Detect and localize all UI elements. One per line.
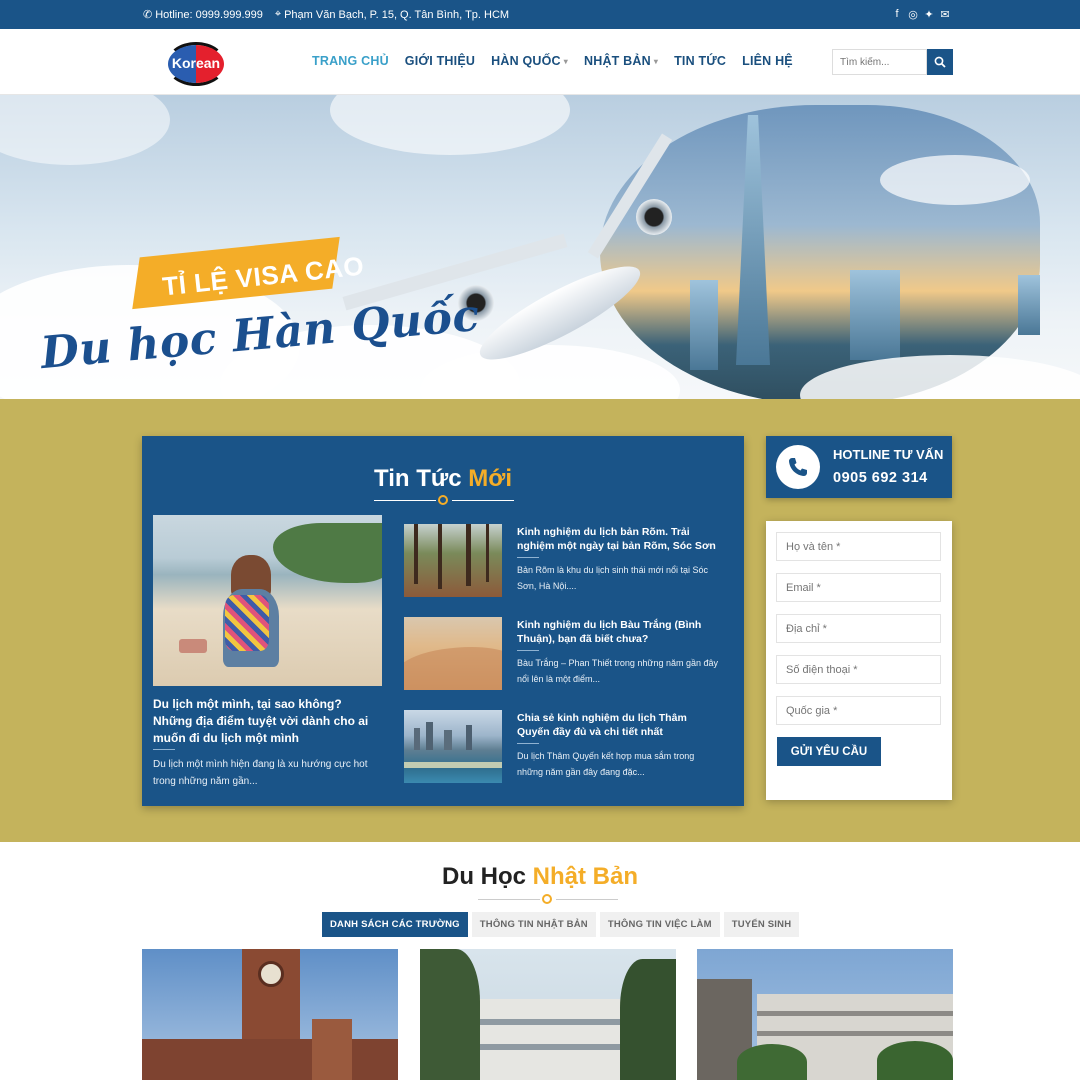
search-button[interactable] (927, 49, 953, 75)
nav-item-about[interactable]: GIỚI THIỆU (405, 54, 475, 68)
tab-admissions[interactable]: TUYỂN SINH (723, 912, 800, 937)
chevron-down-icon: ▾ (563, 56, 568, 66)
divider (153, 749, 175, 750)
instagram-icon[interactable]: ◎ (908, 8, 918, 21)
search-input[interactable] (832, 49, 927, 75)
news-thumbnail[interactable] (404, 710, 502, 783)
consultation-form: GỬI YÊU CẦU (766, 521, 952, 800)
main-nav: TRANG CHỦ GIỚI THIỆU HÀN QUỐC ▾ NHẬT BẢN ▾… (312, 54, 793, 68)
search-icon (934, 56, 946, 68)
news-thumbnail[interactable] (404, 617, 502, 690)
email-field[interactable] (776, 573, 941, 602)
school-card-image[interactable] (697, 949, 953, 1080)
featured-article-excerpt: Du lịch một mình hiện đang là xu hướng c… (153, 759, 368, 787)
tab-japan-info[interactable]: THÔNG TIN NHẬT BẢN (471, 912, 596, 937)
japan-tabs: DANH SÁCH CÁC TRƯỜNG THÔNG TIN NHẬT BẢN … (322, 912, 800, 937)
title-divider (374, 495, 514, 507)
address-text: Phạm Văn Bạch, P. 15, Q. Tân Bình, Tp. H… (284, 8, 510, 21)
nav-item-news[interactable]: TIN TỨC (674, 54, 726, 68)
hotline-info[interactable]: ✆ Hotline: 0999.999.999 (143, 8, 263, 22)
facebook-icon[interactable]: f (892, 8, 902, 21)
title-divider (478, 894, 618, 906)
logo-text: Korean (171, 55, 221, 71)
news-excerpt: Bản Rõm là khu du lịch sinh thái mới nổi… (517, 565, 708, 591)
news-title[interactable]: Kinh nghiệm du lịch Bàu Trắng (Bình Thuậ… (517, 618, 717, 646)
news-list-item[interactable]: Kinh nghiệm du lịch bản Rõm. Trải nghiệm… (404, 524, 724, 604)
news-list-item[interactable]: Kinh nghiệm du lịch Bàu Trắng (Bình Thuậ… (404, 617, 724, 697)
latest-news-box: Tin Tức Mới Du lịch một mình, tại sao kh… (142, 436, 744, 806)
divider (517, 650, 539, 651)
nav-item-korea[interactable]: HÀN QUỐC ▾ (491, 54, 568, 68)
phone-icon: ✆ (143, 9, 153, 21)
news-title[interactable]: Kinh nghiệm du lịch bản Rõm. Trải nghiệm… (517, 525, 717, 553)
site-logo[interactable]: Korean (162, 40, 230, 88)
news-thumbnail[interactable] (404, 524, 502, 597)
hotline-phone[interactable]: 0905 692 314 (833, 470, 928, 486)
address-field[interactable] (776, 614, 941, 643)
featured-article-image[interactable] (153, 515, 382, 686)
name-field[interactable] (776, 532, 941, 561)
nav-item-home[interactable]: TRANG CHỦ (312, 54, 389, 68)
top-bar: ✆ Hotline: 0999.999.999 ⌖ Phạm Văn Bạch,… (0, 0, 1080, 29)
nav-item-japan[interactable]: NHẬT BẢN ▾ (584, 54, 658, 68)
map-pin-icon: ⌖ (274, 8, 282, 20)
news-list-item[interactable]: Chia sẻ kinh nghiệm du lịch Thâm Quyến đ… (404, 710, 724, 790)
email-icon[interactable]: ✉ (940, 8, 950, 21)
country-field[interactable] (776, 696, 941, 725)
hotline-label: HOTLINE TƯ VẤN (833, 447, 944, 462)
divider (517, 743, 539, 744)
divider (517, 557, 539, 558)
social-links: f ◎ ✦ ✉ (892, 8, 950, 21)
twitter-icon[interactable]: ✦ (924, 8, 934, 21)
featured-article-title[interactable]: Du lịch một mình, tại sao không? Những đ… (153, 696, 382, 747)
chevron-down-icon: ▾ (653, 56, 659, 66)
nav-item-contact[interactable]: LIÊN HỆ (742, 54, 793, 68)
news-excerpt: Du lịch Thâm Quyến kết hợp mua sắm trong… (517, 751, 695, 777)
news-excerpt: Bàu Trắng – Phan Thiết trong những năm g… (517, 658, 718, 684)
hero-banner[interactable]: TỈ LỆ VISA CAO Du học Hàn Quốc (0, 95, 1080, 399)
hotline-text: Hotline: 0999.999.999 (155, 8, 263, 21)
tab-school-list[interactable]: DANH SÁCH CÁC TRƯỜNG (322, 912, 468, 937)
school-card-image[interactable] (142, 949, 398, 1080)
hotline-box[interactable]: HOTLINE TƯ VẤN 0905 692 314 (766, 436, 952, 498)
school-card-image[interactable] (420, 949, 676, 1080)
site-header: Korean TRANG CHỦ GIỚI THIỆU HÀN QUỐC ▾ NH… (0, 29, 1080, 95)
tab-job-info[interactable]: THÔNG TIN VIỆC LÀM (599, 912, 720, 937)
japan-section-title: Du Học Nhật Bản (441, 863, 638, 890)
phone-field[interactable] (776, 655, 941, 684)
address-info: ⌖ Phạm Văn Bạch, P. 15, Q. Tân Bình, Tp.… (275, 8, 509, 21)
news-title[interactable]: Chia sẻ kinh nghiệm du lịch Thâm Quyến đ… (517, 711, 717, 739)
phone-icon (776, 445, 820, 489)
search-form (832, 49, 953, 75)
submit-request-button[interactable]: GỬI YÊU CẦU (777, 737, 881, 766)
news-title: Tin Tức Mới (373, 465, 512, 492)
